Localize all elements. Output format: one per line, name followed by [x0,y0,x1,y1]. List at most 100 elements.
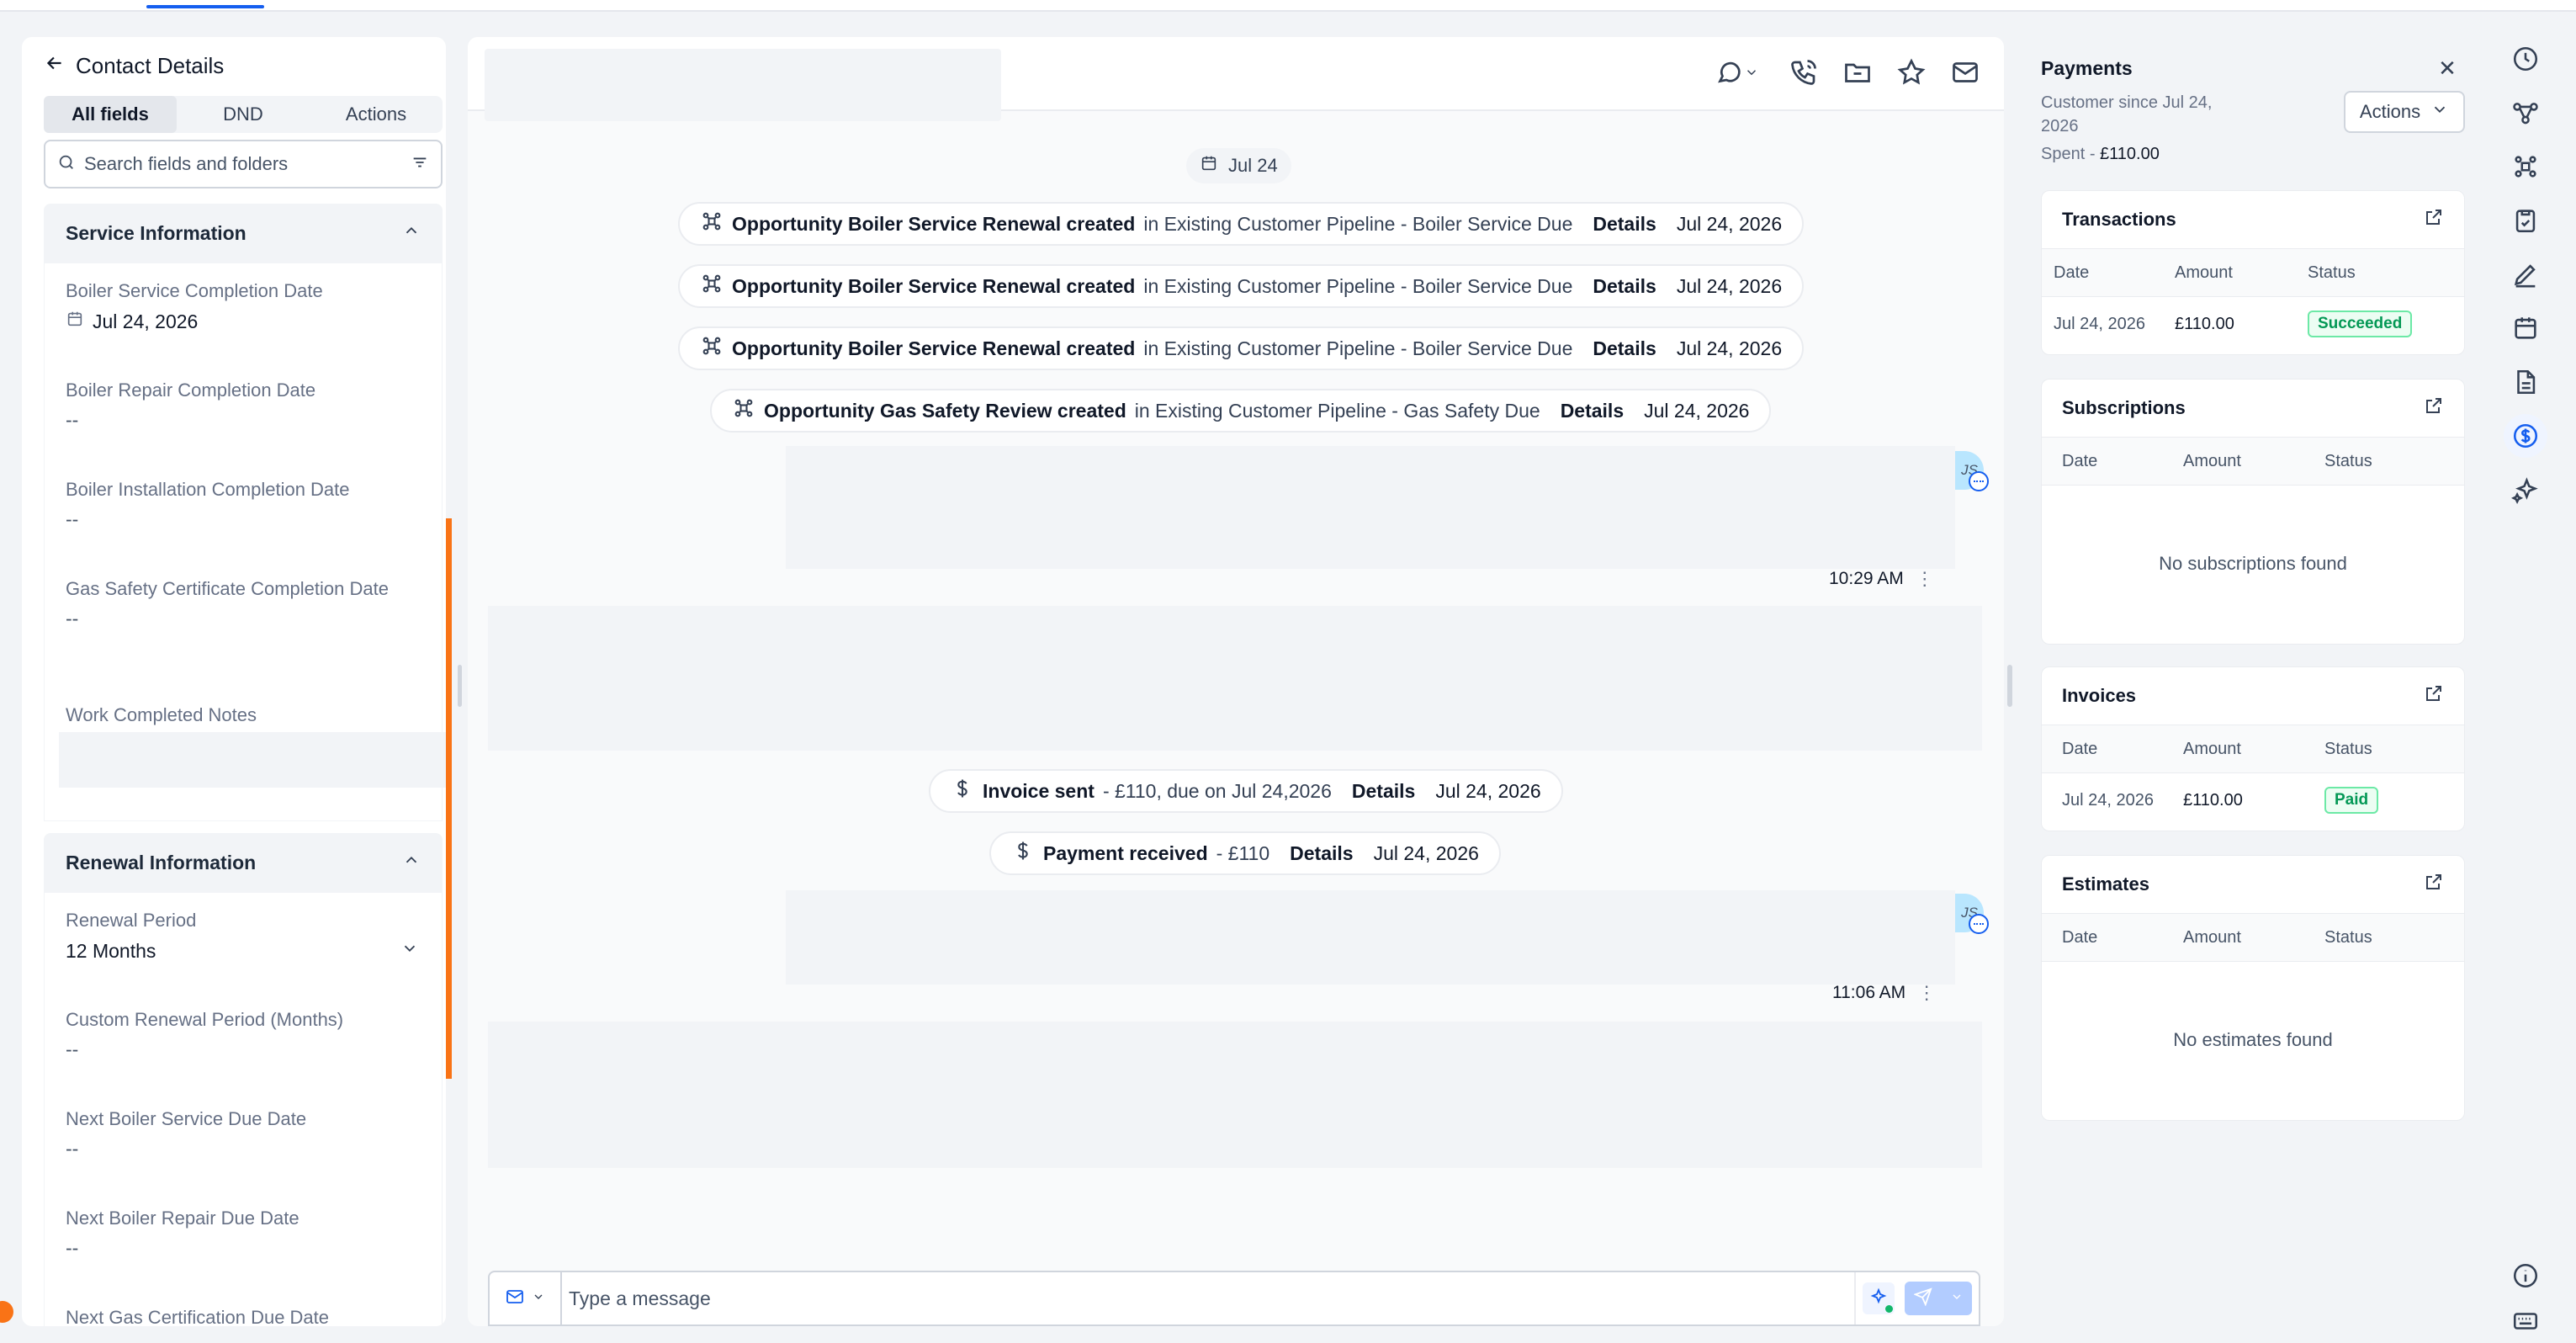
field-next-gas-certification-due-date[interactable]: Next Gas Certification Due Date [66,1304,419,1326]
field-boiler-repair-completion-date[interactable]: Boiler Repair Completion Date -- [66,377,419,432]
card-title: Subscriptions [2062,397,2186,418]
work-completed-notes-input[interactable] [59,732,451,788]
external-link-icon[interactable] [2424,395,2444,421]
status-badge: Paid [2324,787,2379,814]
pipeline-icon [700,272,724,300]
send-icon [1912,1287,1932,1310]
column-status: Status [2324,927,2372,947]
back-arrow-icon[interactable] [44,52,66,80]
field-gas-safety-certificate-completion-date[interactable]: Gas Safety Certificate Completion Date -… [66,576,402,630]
message-composer: Type a message [488,1271,1980,1326]
activity-title: Opportunity Boiler Service Renewal creat… [732,274,1136,297]
document-icon[interactable] [2504,360,2547,404]
ai-assist-button[interactable] [1863,1282,1895,1314]
search-icon [57,153,76,176]
payments-panel: Payments ✕ Customer since Jul 24, 2026 S… [2019,37,2495,1326]
activity-text: in Existing Customer Pipeline - Boiler S… [1143,274,1573,297]
message-bubble-placeholder [488,606,1982,751]
email-button[interactable] [1948,57,1982,91]
clock-icon[interactable] [2504,37,2547,81]
section-service-information[interactable]: Service Information [44,204,443,263]
activity-details-link[interactable]: Details [1593,213,1656,236]
panel-resize-handle[interactable] [458,665,462,707]
channel-dropdown[interactable] [1706,57,1767,91]
panel-resize-handle[interactable] [2007,665,2012,707]
status-dot [1885,1305,1893,1313]
field-custom-renewal-period[interactable]: Custom Renewal Period (Months) -- [66,1006,419,1061]
pen-icon[interactable] [2504,252,2547,296]
table-row[interactable]: Jul 24, 2026 £110.00 Paid [2042,773,2464,827]
activity-details-link[interactable]: Details [1593,275,1656,298]
active-nav-indicator [146,5,264,8]
channel-select[interactable] [490,1272,562,1324]
column-status: Status [2324,739,2372,758]
chevron-down-icon[interactable] [400,939,419,963]
field-label: Renewal Period [66,910,197,931]
field-next-boiler-service-due-date[interactable]: Next Boiler Service Due Date -- [66,1106,419,1160]
star-button[interactable] [1895,57,1928,91]
activity-item: Invoice sent - £110, due on Jul 24,2026 … [929,769,1563,813]
section-renewal-information[interactable]: Renewal Information [44,833,443,892]
mail-icon [1950,57,1980,92]
activity-details-link[interactable]: Details [1290,842,1353,865]
chevron-up-icon[interactable] [402,221,421,245]
activity-date: Jul 24, 2026 [1373,841,1479,864]
row-amount: £110.00 [2183,790,2243,810]
call-button[interactable] [1787,57,1821,91]
activity-details-link[interactable]: Details [1561,400,1624,422]
folder-button[interactable] [1841,57,1874,91]
send-button[interactable] [1905,1282,1972,1315]
message-bubble-placeholder [786,890,1955,985]
activity-details-link[interactable]: Details [1352,780,1415,803]
notification-dot[interactable] [0,1301,13,1323]
activity-title: Payment received [1043,841,1208,864]
activity-item: Opportunity Gas Safety Review created in… [710,389,1772,433]
activity-item: Opportunity Boiler Service Renewal creat… [678,264,1805,308]
dollar-circle-icon[interactable] [2504,414,2547,458]
info-icon[interactable] [2504,1254,2547,1298]
pipeline-icon [700,210,724,238]
field-label: Work Completed Notes [66,704,257,725]
message-input[interactable]: Type a message [562,1287,1854,1310]
external-link-icon[interactable] [2424,872,2444,897]
payments-actions-button[interactable]: Actions [2344,91,2465,133]
contact-details-header[interactable]: Contact Details [44,52,224,80]
table-row[interactable]: Jul 24, 2026 £110.00 Succeeded [2042,297,2464,351]
field-next-boiler-repair-due-date[interactable]: Next Boiler Repair Due Date -- [66,1205,419,1260]
activity-date: Jul 24, 2026 [1644,399,1750,422]
subscriptions-card: Subscriptions Date Amount Status No subs… [2041,379,2465,645]
keyboard-icon[interactable] [2504,1299,2547,1343]
more-options-icon[interactable]: ⋮ [1916,570,1934,588]
tab-actions[interactable]: Actions [310,96,443,133]
contact-name-placeholder [485,49,1001,121]
activity-details-link[interactable]: Details [1593,337,1656,360]
field-label: Gas Safety Certificate Completion Date [66,578,389,599]
pipeline-icon[interactable] [2504,145,2547,188]
tab-dnd[interactable]: DND [177,96,310,133]
workflow-icon[interactable] [2504,91,2547,135]
invoices-card: Invoices Date Amount Status Jul 24, 2026… [2041,666,2465,831]
field-renewal-period[interactable]: Renewal Period 12 Months [66,907,419,963]
activity-title: Opportunity Gas Safety Review created [764,399,1126,422]
chevron-up-icon[interactable] [402,851,421,874]
external-link-icon[interactable] [2424,207,2444,232]
field-label: Next Boiler Repair Due Date [66,1208,299,1229]
clipboard-check-icon[interactable] [2504,199,2547,242]
spent-summary: Spent - £110.00 [2041,145,2160,164]
activity-text: in Existing Customer Pipeline - Gas Safe… [1134,399,1540,422]
sparkles-icon[interactable] [2504,468,2547,512]
more-options-icon[interactable]: ⋮ [1917,984,1936,1002]
column-date: Date [2062,739,2098,758]
filter-icon[interactable] [411,153,429,176]
close-icon[interactable]: ✕ [2435,56,2460,81]
renewal-period-select[interactable]: 12 Months [66,940,156,963]
field-search-input[interactable]: Search fields and folders [44,140,443,188]
field-boiler-installation-completion-date[interactable]: Boiler Installation Completion Date -- [66,476,419,531]
chat-badge-icon [1969,914,1989,934]
chevron-down-icon [1950,1290,1964,1308]
tab-all-fields[interactable]: All fields [44,96,177,133]
calendar-icon[interactable] [2504,306,2547,350]
external-link-icon[interactable] [2424,683,2444,709]
field-boiler-service-completion-date[interactable]: Boiler Service Completion Date Jul 24, 2… [66,278,419,333]
column-amount: Amount [2183,927,2241,947]
